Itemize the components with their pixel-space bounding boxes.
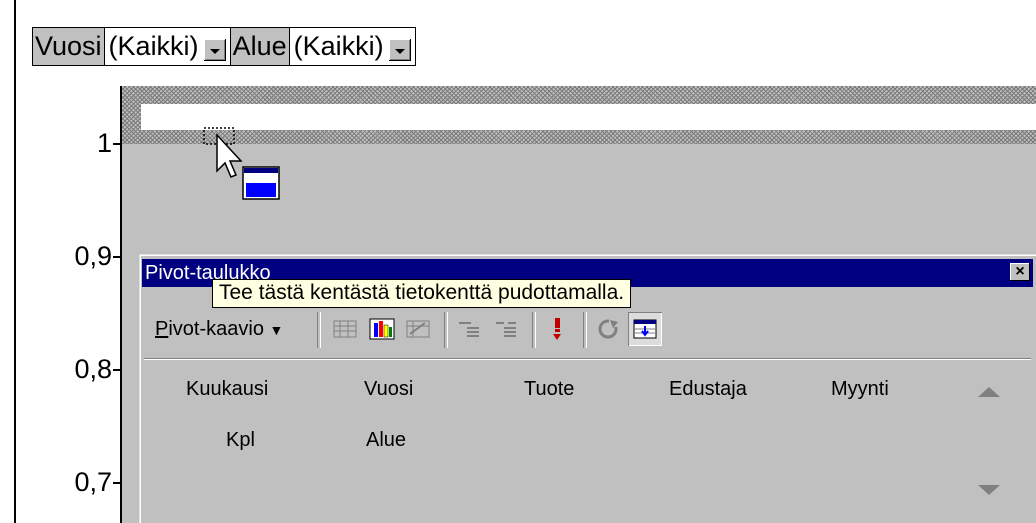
hide-detail-icon [459,322,479,337]
page-field-area: Vuosi (Kaikki) Alue (Kaikki) [32,27,416,66]
dropdown-arrow-icon[interactable] [203,38,226,61]
refresh-data-button[interactable] [591,312,625,346]
page-field-alue-label: Alue [232,31,287,61]
toolbar-separator [317,312,321,348]
y-tick-label: 1 [96,128,112,158]
hide-detail-button[interactable] [452,312,486,346]
field-button-alue[interactable]: Alue [366,429,406,452]
dropdown-arrow-icon[interactable] [388,38,411,61]
hide-field-list-button[interactable] [628,312,662,346]
page-field-vuosi-button[interactable]: Vuosi [32,27,105,66]
y-tick [113,143,122,145]
field-button-kuukausi[interactable]: Kuukausi [186,378,268,401]
y-tick [113,369,122,371]
field-button-edustaja[interactable]: Edustaja [669,378,747,401]
format-report-button[interactable] [328,312,362,346]
toolbar-separator [532,312,536,348]
pivot-wizard-icon [406,320,430,338]
y-tick-label: 0,9 [74,241,112,271]
show-detail-icon [496,322,516,337]
field-button-kpl[interactable]: Kpl [226,429,255,452]
y-tick-label: 0,8 [74,354,112,384]
dropdown-arrow-icon: ▼ [269,322,284,338]
page-field-vuosi-label: Vuosi [35,31,102,61]
close-button[interactable]: × [1010,263,1030,281]
page-field-vuosi-value: (Kaikki) [108,31,199,61]
toolbar-separator [583,312,587,348]
drag-field-cursor-icon [203,127,280,200]
scroll-down-icon[interactable] [978,485,1000,495]
pivot-chart-menu-button[interactable]: Pivot-kaavio ▼ [155,318,283,341]
field-button-vuosi[interactable]: Vuosi [364,378,413,401]
page-field-alue-value: (Kaikki) [293,31,384,61]
field-tooltip: Tee tästä kentästä tietokenttä pudottama… [212,279,632,308]
chart-wizard-icon [369,318,395,340]
refresh-icon [598,319,619,339]
menu-mnemonic: P [155,318,169,340]
y-axis [120,86,122,523]
pivot-chart-menu-label: ivot-kaavio [168,318,264,340]
chart-wizard-button[interactable] [365,312,399,346]
field-button-tuote[interactable]: Tuote [524,378,574,401]
y-tick [113,482,122,484]
format-report-icon [333,320,357,338]
y-tick-label: 0,7 [74,467,112,497]
field-list-icon [633,319,657,339]
toolbar-divider [144,358,1031,360]
field-settings-icon [553,318,561,340]
field-button-myynti[interactable]: Myynti [831,378,889,401]
field-settings-button[interactable] [540,312,574,346]
toolbar-separator [444,312,448,348]
left-border [14,0,16,523]
page-field-vuosi-dropdown[interactable]: (Kaikki) [103,27,231,66]
show-detail-button[interactable] [489,312,523,346]
pivot-wizard-button[interactable] [401,312,435,346]
page-field-alue-button[interactable]: Alue [229,27,290,66]
scroll-up-icon[interactable] [978,387,1000,397]
page-field-alue-dropdown[interactable]: (Kaikki) [288,27,416,66]
close-icon: × [1015,263,1025,280]
y-tick [113,256,122,258]
